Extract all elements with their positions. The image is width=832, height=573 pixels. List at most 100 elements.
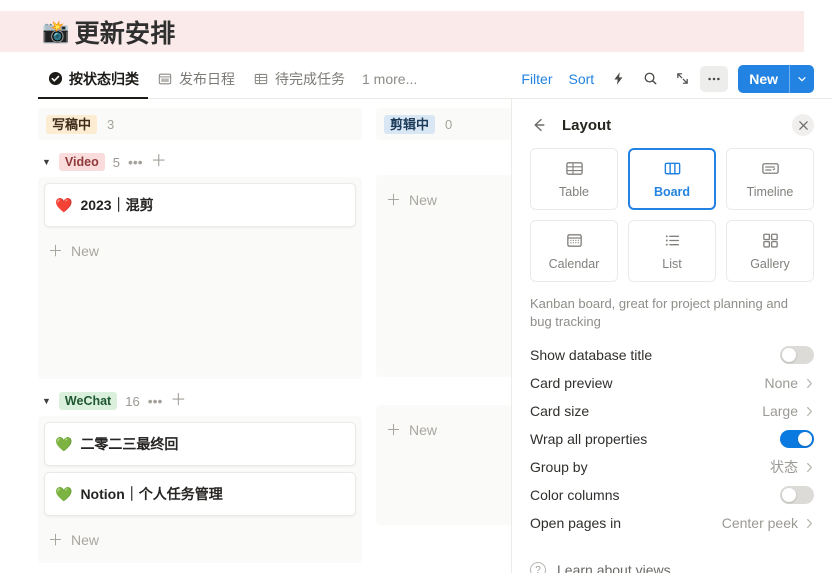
search-icon[interactable] [636, 66, 664, 92]
column-count: 0 [445, 116, 453, 132]
setting-open-pages-in[interactable]: Open pages in Center peek [530, 509, 814, 537]
close-icon[interactable] [792, 114, 814, 136]
card-title: 二零二三最终回 [80, 436, 179, 452]
kanban-board: 写稿中 3 ▼ Video 5 ••• ＋ ❤️ 2023｜混剪 ＋ New ▼… [0, 99, 511, 573]
lightning-icon[interactable] [604, 66, 632, 92]
layout-option-list[interactable]: List [628, 220, 716, 282]
board-card[interactable]: 💚 二零二三最终回 [44, 422, 356, 466]
add-card-label: New [71, 531, 100, 548]
heart-green-icon: 💚 [55, 435, 73, 452]
layout-option-label: Board [653, 185, 691, 199]
group-header[interactable]: ▼ Video 5 ••• ＋ [38, 149, 362, 175]
view-tabbar: 按状态归类 发布日程 待完成任务 1 more... Filter Sort N… [0, 58, 832, 99]
chevron-down-icon[interactable] [790, 65, 814, 93]
board-card[interactable]: 💚 Notion｜个人任务管理 [44, 472, 356, 516]
layout-option-gallery[interactable]: Gallery [726, 220, 814, 282]
group-header[interactable]: ▼ WeChat 16 ••• ＋ [38, 388, 362, 414]
setting-control: Center peek [722, 515, 814, 531]
tab-by-status[interactable]: 按状态归类 [38, 58, 148, 99]
setting-control: None [765, 375, 814, 391]
layout-option-timeline[interactable]: Timeline [726, 148, 814, 210]
chevron-right-icon [805, 462, 814, 473]
setting-group-by[interactable]: Group by 状态 [530, 453, 814, 481]
layout-option-label: Timeline [746, 185, 794, 199]
page-title-banner: 📸 更新安排 [0, 11, 804, 52]
sort-button[interactable]: Sort [563, 68, 601, 90]
layout-option-table[interactable]: Table [530, 148, 618, 210]
chevron-down-icon[interactable]: ▼ [42, 157, 51, 167]
toggle-switch-off[interactable] [780, 346, 814, 364]
setting-value: None [764, 375, 798, 391]
tabs-overflow-button[interactable]: 1 more... [354, 58, 425, 99]
tab-publish-schedule[interactable]: 发布日程 [148, 58, 244, 99]
chevron-down-icon[interactable]: ▼ [42, 396, 51, 406]
tab-label: 发布日程 [179, 70, 235, 87]
panel-title: Layout [562, 116, 612, 134]
list-layout-icon [663, 231, 682, 250]
view-toolbar: Filter Sort New [515, 58, 832, 99]
view-tabs: 按状态归类 发布日程 待完成任务 1 more... [0, 58, 425, 99]
camera-flash-icon: 📸 [42, 18, 70, 44]
add-card-label: New [71, 242, 100, 259]
column-header[interactable]: 写稿中 3 [38, 108, 362, 140]
arrow-left-icon[interactable] [530, 116, 548, 134]
setting-value: Center peek [721, 515, 798, 531]
calendar-icon [157, 71, 173, 87]
add-card-button[interactable]: ＋ New [44, 522, 356, 559]
board-column-writing: 写稿中 3 ▼ Video 5 ••• ＋ ❤️ 2023｜混剪 ＋ New ▼… [38, 108, 362, 563]
setting-show-database-title[interactable]: Show database title [530, 341, 814, 369]
check-circle-icon [47, 71, 63, 87]
new-button-label: New [749, 70, 778, 87]
table-icon [253, 71, 269, 87]
add-card-button[interactable]: ＋ New [44, 233, 356, 270]
group-badge: WeChat [58, 392, 118, 410]
toggle-switch-off[interactable] [780, 486, 814, 504]
board-card[interactable]: ❤️ 2023｜混剪 [44, 183, 356, 227]
layout-option-label: Gallery [750, 257, 790, 271]
layout-option-board[interactable]: Board [628, 148, 716, 210]
group-count: 16 [125, 393, 140, 409]
learn-about-views-label: Learn about views [557, 562, 671, 573]
setting-label: Show database title [530, 347, 653, 363]
filter-button[interactable]: Filter [515, 68, 558, 90]
setting-wrap-all-properties[interactable]: Wrap all properties [530, 425, 814, 453]
setting-card-preview[interactable]: Card preview None [530, 369, 814, 397]
setting-color-columns[interactable]: Color columns [530, 481, 814, 509]
group-add-icon[interactable]: ＋ [151, 154, 167, 170]
layout-option-calendar[interactable]: Calendar [530, 220, 618, 282]
new-button[interactable]: New [738, 64, 814, 93]
collapse-arrows-icon[interactable] [668, 66, 696, 92]
setting-value: Large [762, 403, 798, 419]
board-column-editing: 剪辑中 0 ＋ New ＋ New [376, 108, 511, 563]
board-group-video: ▼ Video 5 ••• ＋ ❤️ 2023｜混剪 ＋ New [38, 149, 362, 379]
add-card-button[interactable]: ＋ New [382, 187, 506, 219]
group-add-icon[interactable]: ＋ [170, 393, 186, 409]
setting-card-size[interactable]: Card size Large [530, 397, 814, 425]
add-card-button[interactable]: ＋ New [382, 417, 506, 449]
setting-control [780, 346, 814, 364]
layout-description: Kanban board, great for project planning… [530, 296, 789, 329]
group-count: 5 [112, 154, 120, 170]
layout-settings-panel: Layout Table Board Timeline Calendar Lis… [511, 99, 832, 573]
group-more-icon[interactable]: ••• [128, 155, 143, 169]
toggle-knob [798, 432, 812, 446]
setting-label: Card size [530, 403, 590, 419]
group-body: ＋ New [376, 405, 511, 525]
tab-label: 按状态归类 [69, 70, 139, 87]
board-group-wechat: ▼ WeChat 16 ••• ＋ 💚 二零二三最终回 💚 Notion｜个人任… [38, 388, 362, 563]
setting-label: Color columns [530, 487, 620, 503]
layout-option-label: Calendar [548, 257, 600, 271]
setting-control [780, 486, 814, 504]
group-more-icon[interactable]: ••• [148, 394, 163, 408]
table-layout-icon [565, 159, 584, 178]
setting-value: 状态 [770, 459, 798, 475]
chevron-right-icon [805, 378, 814, 389]
tab-pending-tasks[interactable]: 待完成任务 [244, 58, 354, 99]
layout-options-grid: Table Board Timeline Calendar List Galle… [530, 148, 814, 282]
toggle-knob [782, 348, 796, 362]
learn-about-views-button[interactable]: ? Learn about views [530, 562, 814, 573]
question-circle-icon: ? [530, 562, 546, 573]
toggle-switch-on[interactable] [780, 430, 814, 448]
column-header[interactable]: 剪辑中 0 [376, 108, 511, 140]
more-options-icon[interactable] [700, 65, 729, 92]
